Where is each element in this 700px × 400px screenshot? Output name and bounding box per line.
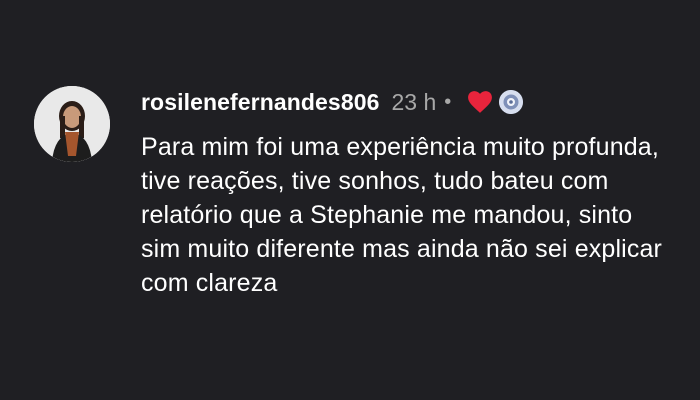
avatar-image: [34, 86, 110, 162]
meta-separator: •: [444, 91, 452, 113]
comment-content: rosilenefernandes806 23 h • Para mim foi…: [141, 86, 680, 300]
comment-timestamp: 23 h: [391, 88, 437, 115]
heart-icon[interactable]: [467, 90, 493, 114]
comment-item: rosilenefernandes806 23 h • Para mim foi…: [34, 86, 680, 300]
comment-text: Para mim foi uma experiência muito profu…: [141, 133, 663, 297]
comment-meta: rosilenefernandes806 23 h •: [141, 86, 680, 118]
username-link[interactable]: rosilenefernandes806: [141, 89, 380, 116]
creator-avatar-icon: [499, 90, 524, 114]
user-avatar[interactable]: [34, 86, 110, 162]
